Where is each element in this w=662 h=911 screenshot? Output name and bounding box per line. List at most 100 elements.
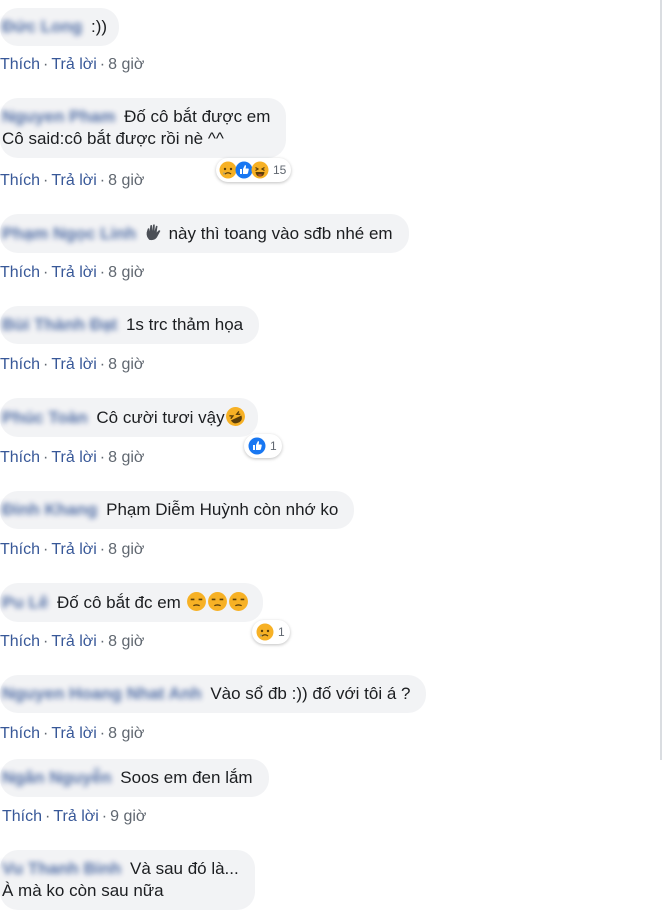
- comment-text-line-2: À mà ko còn sau nữa: [2, 881, 164, 900]
- comment: Đinh Khang Phạm Diễm Huỳnh còn nhớ ko: [0, 491, 355, 529]
- comment-author[interactable]: Phạm Ngọc Linh: [2, 224, 136, 243]
- comment: Bùi Thành Đạt 1s trc thảm họa: [0, 306, 260, 344]
- comment-author[interactable]: Bùi Thành Đạt: [2, 315, 117, 334]
- action-separator: ·: [43, 725, 49, 742]
- comment-bubble: Vu Thanh Binh Và sau đó là... À mà ko cò…: [0, 850, 255, 910]
- reply-link[interactable]: Trả lời: [51, 56, 96, 73]
- action-separator: ·: [43, 264, 49, 281]
- reply-link[interactable]: Trả lời: [51, 264, 96, 281]
- reply-link[interactable]: Trả lời: [51, 356, 96, 373]
- like-link[interactable]: Thích: [2, 808, 42, 825]
- comment: Phạm Ngọc Linh này thì toang vào sđb nhé…: [0, 214, 409, 253]
- comment-text: Vào sổ đb :)) đố với tôi á ?: [210, 684, 411, 703]
- like-link[interactable]: Thích: [0, 264, 40, 281]
- reaction-summary[interactable]: 1: [252, 620, 290, 644]
- comment-text: Soos em đen lắm: [120, 768, 253, 787]
- reaction-count: 1: [278, 625, 285, 639]
- action-separator: ·: [99, 264, 106, 281]
- reply-link[interactable]: Trả lời: [51, 541, 96, 558]
- like-link[interactable]: Thích: [0, 356, 40, 373]
- like-link[interactable]: Thích: [0, 449, 40, 466]
- comment-feed: Đức Long :)) Thích · Trả lời · 8 giờ Nguyen …: [0, 0, 662, 911]
- unamused-emoji-icon: [228, 592, 248, 611]
- comment-author[interactable]: Đinh Khang: [2, 500, 97, 519]
- reply-link[interactable]: Trả lời: [51, 633, 96, 650]
- comment-text: Đố cô bắt đc em: [57, 593, 181, 612]
- comment-actions: Thích · Trả lời · 8 giờ: [0, 541, 144, 559]
- action-separator: ·: [99, 725, 106, 742]
- reply-link[interactable]: Trả lời: [51, 725, 96, 742]
- reaction-count: 15: [273, 163, 287, 177]
- comment-time[interactable]: 8 giờ: [108, 633, 144, 650]
- comment-time[interactable]: 8 giờ: [108, 356, 144, 373]
- comment-actions: Thích · Trả lời · 9 giờ: [2, 808, 146, 826]
- comment-text: 1s trc thảm họa: [125, 315, 244, 334]
- reaction-count: 1: [270, 439, 277, 453]
- comment-bubble: Đức Long :)): [0, 8, 120, 46]
- comment-author[interactable]: Nguyen Hoang Nhat Anh: [2, 684, 202, 703]
- action-separator: ·: [99, 541, 106, 558]
- sad-icon: [256, 623, 274, 641]
- like-link[interactable]: Thích: [0, 633, 40, 650]
- reaction-summary[interactable]: 15: [216, 158, 292, 182]
- comment: Nguyen Hoang Nhat Anh Vào sổ đb :)) đố v…: [0, 675, 427, 713]
- reply-link[interactable]: Trả lời: [51, 172, 96, 189]
- comment-bubble: Phạm Ngọc Linh này thì toang vào sđb nhé…: [0, 214, 409, 253]
- comment-author[interactable]: Đức Long: [2, 17, 82, 36]
- comment-bubble: Ngân Nguyễn Soos em đen lắm: [0, 759, 269, 797]
- action-separator: ·: [99, 56, 106, 73]
- comment-text-line-2: Cô said:cô bắt được rồi nè ^^: [2, 129, 224, 148]
- comment-text: Phạm Diễm Huỳnh còn nhớ ko: [106, 500, 339, 519]
- reaction-summary[interactable]: 1: [244, 434, 282, 458]
- comment: Đức Long :)): [0, 8, 120, 46]
- comment-actions: Thích · Trả lời · 8 giờ: [0, 56, 144, 74]
- comment-text: Cô cười tươi vậy: [96, 408, 225, 427]
- like-link[interactable]: Thích: [0, 725, 40, 742]
- comment-actions: Thích · Trả lời · 8 giờ: [0, 725, 144, 743]
- action-separator: ·: [45, 808, 51, 825]
- unamused-emoji-icon: [207, 592, 227, 611]
- like-icon: [248, 437, 266, 455]
- rofl-emoji-icon: [225, 407, 245, 426]
- comment-time[interactable]: 8 giờ: [108, 449, 144, 466]
- comment-bubble: Đinh Khang Phạm Diễm Huỳnh còn nhớ ko: [0, 491, 355, 529]
- comment: Vu Thanh Binh Và sau đó là... À mà ko cò…: [0, 850, 255, 910]
- action-separator: ·: [99, 356, 106, 373]
- like-link[interactable]: Thích: [0, 541, 40, 558]
- comment-time[interactable]: 8 giờ: [108, 541, 144, 558]
- reply-link[interactable]: Trả lời: [51, 449, 96, 466]
- comment-bubble: Pu Lê Đố cô bắt đc em: [0, 583, 263, 622]
- comment: Ngân Nguyễn Soos em đen lắm: [0, 759, 269, 797]
- comment: Pu Lê Đố cô bắt đc em: [0, 583, 263, 622]
- comment-author[interactable]: Ngân Nguyễn: [2, 768, 112, 787]
- action-separator: ·: [101, 808, 108, 825]
- comment-actions: Thích · Trả lời · 8 giờ: [0, 633, 144, 651]
- comment-time[interactable]: 8 giờ: [108, 56, 144, 73]
- action-separator: ·: [43, 541, 49, 558]
- comment-actions: Thích · Trả lời · 8 giờ: [0, 172, 144, 190]
- comment-bubble: Phúc Toàn Cô cười tươi vậy: [0, 398, 258, 437]
- action-separator: ·: [99, 172, 106, 189]
- comment-time[interactable]: 8 giờ: [108, 725, 144, 742]
- comment-author[interactable]: Vu Thanh Binh: [2, 859, 121, 878]
- comment-time[interactable]: 8 giờ: [108, 172, 144, 189]
- comment-author[interactable]: Phúc Toàn: [2, 408, 88, 427]
- comment-bubble: Bùi Thành Đạt 1s trc thảm họa: [0, 306, 260, 344]
- like-link[interactable]: Thích: [0, 172, 40, 189]
- comment: Phúc Toàn Cô cười tươi vậy: [0, 398, 258, 437]
- action-separator: ·: [43, 356, 49, 373]
- haha-icon: [251, 161, 269, 179]
- action-separator: ·: [43, 56, 49, 73]
- like-link[interactable]: Thích: [0, 56, 40, 73]
- comment-author[interactable]: Nguyen Pham: [2, 107, 115, 126]
- waving-hand-icon: [146, 224, 161, 241]
- comment-actions: Thích · Trả lời · 8 giờ: [0, 264, 144, 282]
- reply-link[interactable]: Trả lời: [53, 808, 98, 825]
- action-separator: ·: [43, 633, 49, 650]
- comment-author[interactable]: Pu Lê: [2, 593, 48, 612]
- comment-time[interactable]: 8 giờ: [108, 264, 144, 281]
- comment-text: :)): [91, 17, 108, 36]
- comment-actions: Thích · Trả lời · 8 giờ: [0, 356, 144, 374]
- comment-text: Đố cô bắt được em: [124, 107, 271, 126]
- comment-time[interactable]: 9 giờ: [110, 808, 146, 825]
